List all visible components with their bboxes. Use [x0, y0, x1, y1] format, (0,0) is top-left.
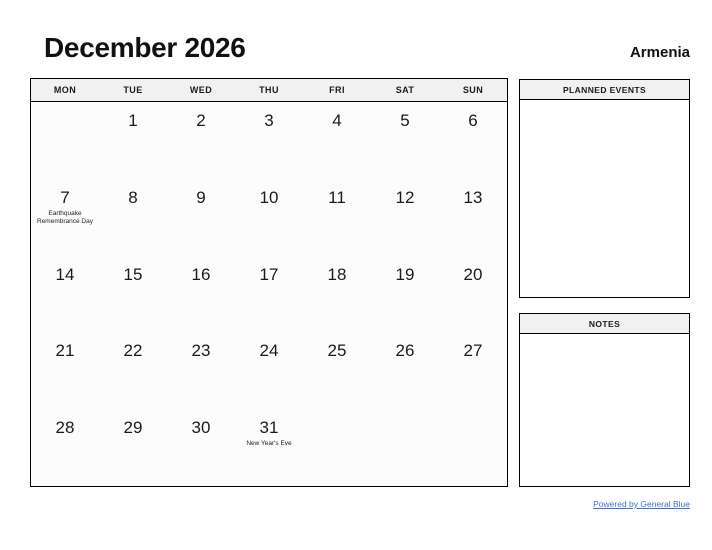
- week-row: 21 22 23 24 25 26 27: [31, 332, 507, 409]
- day-cell[interactable]: 4: [303, 102, 371, 179]
- day-cell[interactable]: 3: [235, 102, 303, 179]
- day-cell[interactable]: 6: [439, 102, 507, 179]
- day-cell[interactable]: 1: [99, 102, 167, 179]
- day-cell[interactable]: 26: [371, 332, 439, 409]
- weekday-header-fri: FRI: [329, 85, 345, 95]
- day-event-label: Earthquake Remembrance Day: [37, 209, 93, 225]
- day-cell[interactable]: 9: [167, 179, 235, 256]
- day-cell[interactable]: 27: [439, 332, 507, 409]
- day-cell[interactable]: 11: [303, 179, 371, 256]
- day-number: 24: [259, 341, 279, 361]
- week-row: 1 2 3 4 5 6: [31, 102, 507, 179]
- day-number: 19: [395, 264, 415, 284]
- day-cell[interactable]: 15: [99, 256, 167, 333]
- day-cell[interactable]: 16: [167, 256, 235, 333]
- day-number: 27: [463, 341, 483, 361]
- day-cell[interactable]: 19: [371, 256, 439, 333]
- day-number: 31: [259, 418, 279, 438]
- weekday-header-sun: SUN: [462, 85, 484, 95]
- weekday-header-tue: TUE: [123, 85, 143, 95]
- powered-by-link[interactable]: Powered by General Blue: [593, 498, 690, 510]
- notes-title: NOTES: [520, 314, 689, 334]
- notes-body[interactable]: [520, 334, 689, 486]
- day-cell[interactable]: 13: [439, 179, 507, 256]
- day-number: 1: [128, 111, 138, 130]
- day-number: 6: [468, 111, 478, 130]
- day-number: 2: [196, 111, 206, 130]
- day-cell[interactable]: [439, 409, 507, 486]
- planned-events-title: PLANNED EVENTS: [520, 80, 689, 100]
- country-label: Armenia: [629, 44, 690, 61]
- day-number: 15: [123, 264, 143, 284]
- day-number: 12: [395, 187, 415, 207]
- day-cell[interactable]: 5: [371, 102, 439, 179]
- day-number: 29: [123, 418, 143, 438]
- day-cell[interactable]: 31 New Year's Eve: [235, 409, 303, 486]
- day-cell[interactable]: 21: [31, 332, 99, 409]
- day-number: 13: [463, 187, 483, 207]
- weekday-header-sat: SAT: [395, 85, 415, 95]
- weekday-header-mon: MON: [53, 85, 77, 95]
- day-number: 20: [463, 264, 483, 284]
- day-number: 22: [123, 341, 143, 361]
- day-cell[interactable]: 12: [371, 179, 439, 256]
- day-number: 16: [191, 264, 211, 284]
- day-number: 26: [395, 341, 415, 361]
- day-number: 28: [55, 418, 75, 438]
- week-row: 28 29 30 31 New Year's Eve: [31, 409, 507, 486]
- day-cell[interactable]: 24: [235, 332, 303, 409]
- day-cell[interactable]: 18: [303, 256, 371, 333]
- planned-events-panel: PLANNED EVENTS: [519, 79, 690, 298]
- day-number: 30: [191, 418, 211, 438]
- day-cell[interactable]: [371, 409, 439, 486]
- calendar-grid: MON TUE WED THU FRI SAT SUN 1 2 3 4 5 6 …: [30, 78, 508, 487]
- day-cell[interactable]: [303, 409, 371, 486]
- weekday-header-thu: THU: [259, 85, 279, 95]
- day-cell[interactable]: [31, 102, 99, 179]
- day-number: 7: [60, 187, 70, 207]
- page-header: December 2026 Armenia: [0, 0, 712, 76]
- day-number: 11: [328, 187, 346, 207]
- day-number: 4: [332, 111, 342, 130]
- day-cell[interactable]: 10: [235, 179, 303, 256]
- day-cell[interactable]: 20: [439, 256, 507, 333]
- notes-panel: NOTES: [519, 313, 690, 487]
- day-cell[interactable]: 14: [31, 256, 99, 333]
- day-event-label: New Year's Eve: [246, 440, 292, 448]
- day-number: 10: [259, 187, 279, 207]
- day-cell[interactable]: 28: [31, 409, 99, 486]
- week-row: 14 15 16 17 18 19 20: [31, 256, 507, 333]
- weekday-header-row: MON TUE WED THU FRI SAT SUN: [31, 79, 507, 102]
- week-row: 7 Earthquake Remembrance Day 8 9 10 11 1…: [31, 179, 507, 256]
- day-number: 5: [400, 111, 410, 130]
- day-number: 23: [191, 341, 211, 361]
- day-cell[interactable]: 8: [99, 179, 167, 256]
- day-number: 3: [264, 111, 274, 130]
- day-number: 25: [327, 341, 347, 361]
- day-cell[interactable]: 29: [99, 409, 167, 486]
- page-title: December 2026: [44, 32, 246, 63]
- calendar-weeks-body: 1 2 3 4 5 6 7 Earthquake Remembrance Day…: [31, 102, 507, 486]
- day-cell[interactable]: 25: [303, 332, 371, 409]
- day-cell[interactable]: 22: [99, 332, 167, 409]
- day-number: 17: [259, 264, 279, 284]
- day-cell[interactable]: 7 Earthquake Remembrance Day: [31, 179, 99, 256]
- day-number: 14: [55, 264, 75, 284]
- day-cell[interactable]: 23: [167, 332, 235, 409]
- day-number: 8: [128, 187, 138, 207]
- weekday-header-wed: WED: [189, 85, 213, 95]
- day-cell[interactable]: 17: [235, 256, 303, 333]
- day-number: 9: [196, 187, 206, 207]
- planned-events-body[interactable]: [520, 100, 689, 297]
- day-number: 21: [55, 341, 75, 361]
- day-number: 18: [327, 264, 347, 284]
- day-cell[interactable]: 2: [167, 102, 235, 179]
- day-cell[interactable]: 30: [167, 409, 235, 486]
